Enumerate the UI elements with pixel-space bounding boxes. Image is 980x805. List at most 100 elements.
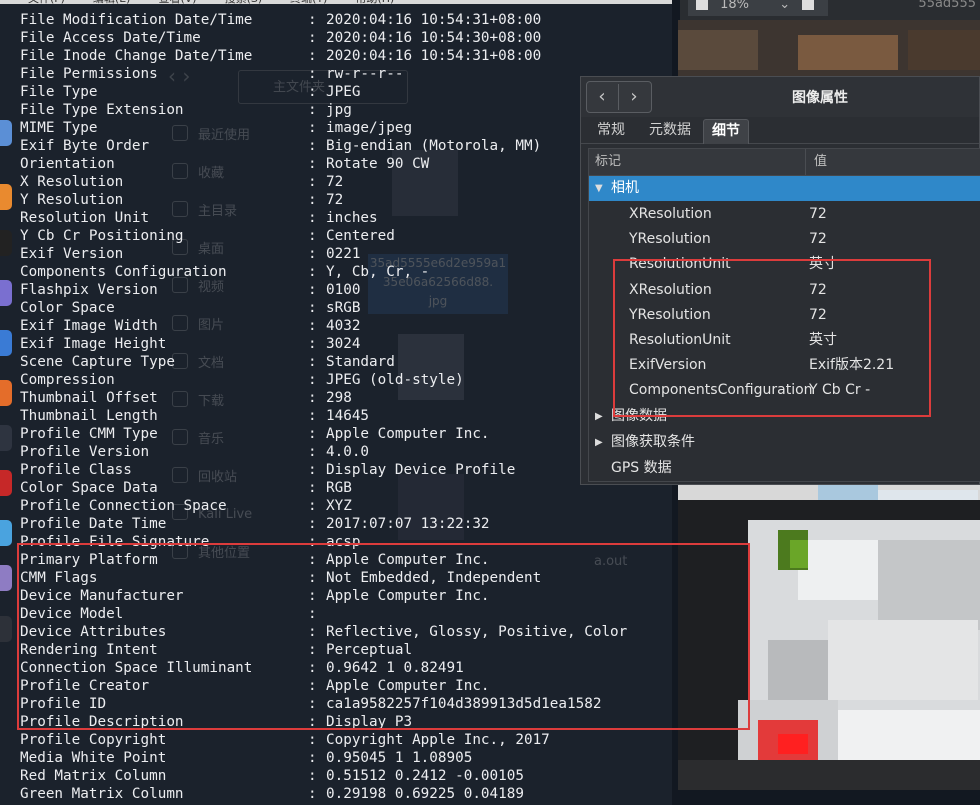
expand-right-icon[interactable]: ▶ [595, 404, 603, 429]
column-value[interactable]: 值 [805, 149, 827, 175]
tag-value: rw-r--r-- [326, 66, 404, 82]
tag-value: 4032 [326, 318, 361, 334]
output-line: Compression: JPEG (old-style) [20, 371, 627, 389]
tree-group[interactable]: ▶ 图像获取条件 [589, 430, 980, 455]
app-icon[interactable] [0, 380, 12, 406]
separator: : [308, 750, 317, 766]
image-pixel-block [798, 35, 898, 70]
tree-group[interactable]: GPS 数据 [589, 456, 980, 481]
tag-name: Green Matrix Column [20, 786, 184, 802]
output-line: Media White Point:0.95045 1 1.08905 [20, 749, 627, 767]
tag-value: Centered [326, 228, 395, 244]
zoom-in-icon[interactable] [802, 0, 815, 10]
tree-group[interactable]: ▼ 相机 [589, 176, 980, 201]
output-line: Exif Image Width:4032 [20, 317, 627, 335]
column-tag[interactable]: 标记 [595, 149, 621, 175]
tag-name: YResolution [629, 231, 711, 248]
show-apps-icon[interactable] [0, 616, 12, 642]
expand-right-icon[interactable]: ▶ [595, 430, 603, 455]
separator: : [308, 714, 317, 730]
tag-name: ExifVersion [629, 357, 707, 374]
separator: : [308, 282, 317, 298]
firefox-icon[interactable] [0, 184, 12, 210]
tree-row[interactable]: YResolution 72 [589, 303, 980, 328]
output-line: Profile File Signature: acsp [20, 533, 627, 551]
output-line: File Access Date/Time:2020:04:16 10:54:3… [20, 29, 627, 47]
group-label: GPS 数据 [611, 459, 672, 476]
tag-value: jpg [326, 102, 352, 118]
menu-item[interactable]: 搜索(S) [225, 0, 263, 5]
output-line: Exif Image Height:3024 [20, 335, 627, 353]
tree-row[interactable]: XResolution 72 [589, 202, 980, 227]
output-line: File Type Extension: jpg [20, 101, 627, 119]
output-line: Device Model: [20, 605, 627, 623]
zoom-control[interactable]: 18% ⌄ [688, 0, 828, 16]
tab-general[interactable]: 常规 [589, 119, 633, 143]
tag-name: Exif Byte Order [20, 138, 150, 154]
tag-name: Device Model [20, 606, 124, 622]
tag-name: Profile Creator [20, 678, 150, 694]
image-pixel-block [790, 540, 808, 568]
separator: : [308, 210, 317, 226]
tree-row[interactable]: YResolution 72 [589, 227, 980, 252]
tree-group[interactable]: ▶ 图像数据 [589, 404, 980, 429]
tag-name: Components Configuration [20, 264, 227, 280]
group-label: 图像获取条件 [611, 433, 695, 450]
tree-row[interactable]: ResolutionUnit 英寸 [589, 328, 980, 353]
tag-value: 72 [809, 206, 827, 222]
terminal-window: 文件(F)编辑(E)查看(V)搜索(S)终端(T)帮助(H) ‹ › 主文件夹 … [0, 0, 672, 805]
dock [0, 120, 12, 660]
tag-name: Exif Version [20, 246, 124, 262]
output-line: Color Space Data: RGB [20, 479, 627, 497]
app-icon[interactable] [0, 330, 12, 356]
menu-item[interactable]: 文件(F) [28, 0, 65, 5]
tag-value: 2020:04:16 10:54:31+08:00 [326, 12, 542, 28]
output-line: Components Configuration: Y, Cb, Cr, - [20, 263, 627, 281]
window-title: 55ad555 [918, 0, 976, 11]
tag-name: ResolutionUnit [629, 332, 731, 348]
group-label: 相机 [611, 180, 639, 196]
tag-name: Media White Point [20, 750, 167, 766]
tree-row[interactable]: XResolution 72 [589, 278, 980, 303]
expand-down-icon[interactable]: ▼ [595, 176, 603, 201]
menu-item[interactable]: 编辑(E) [93, 0, 131, 5]
app-icon[interactable] [0, 280, 12, 306]
separator: : [308, 390, 317, 406]
app-icon[interactable] [0, 425, 12, 451]
output-line: Scene Capture Type: Standard [20, 353, 627, 371]
tag-value: Big-endian (Motorola, MM) [326, 138, 542, 154]
tag-name: ComponentsConfiguration [629, 382, 813, 399]
tag-value: 4.0.0 [326, 444, 370, 460]
tag-value: 72 [809, 281, 827, 298]
tag-value: 72 [326, 192, 344, 208]
output-line: Profile Copyright: Copyright Apple Inc., … [20, 731, 627, 749]
files-icon[interactable] [0, 120, 12, 146]
tree-row[interactable]: ComponentsConfiguration Y Cb Cr - [589, 378, 980, 403]
metadata-tree: 标记 值 ▼ 相机 XResolution 72 YResolution 72 Resolu… [588, 148, 980, 482]
separator: : [308, 264, 317, 280]
tag-value: Copyright Apple Inc., 2017 [326, 732, 550, 748]
tag-name: File Type Extension [20, 102, 184, 118]
menu-item[interactable]: 帮助(H) [355, 0, 394, 5]
separator: : [308, 84, 317, 100]
tag-name: Profile Description [20, 714, 184, 730]
tree-row[interactable]: ResolutionUnit 英寸 [589, 252, 980, 277]
menu-item[interactable]: 查看(V) [158, 0, 196, 5]
output-line: Green Matrix Column:0.29198 0.69225 0.04… [20, 785, 627, 803]
tree-row[interactable]: ExifVersion Exif版本2.21 [589, 353, 980, 378]
app-icon[interactable] [0, 470, 12, 496]
menu-item[interactable]: 终端(T) [290, 0, 327, 5]
tag-name: Red Matrix Column [20, 768, 167, 784]
chevron-down-icon[interactable]: ⌄ [779, 0, 790, 12]
tag-value: JPEG [326, 84, 361, 100]
zoom-out-icon[interactable] [696, 0, 708, 10]
tree-header: 标记 值 [589, 149, 980, 176]
tag-name: Primary Platform [20, 552, 158, 568]
tag-name: Thumbnail Length [20, 408, 158, 424]
app-icon[interactable] [0, 565, 12, 591]
tab-details[interactable]: 细节 [703, 119, 749, 144]
app-icon[interactable] [0, 520, 12, 546]
terminal-icon[interactable] [0, 230, 12, 256]
tab-metadata[interactable]: 元数据 [641, 119, 699, 143]
tag-name: Profile Copyright [20, 732, 167, 748]
